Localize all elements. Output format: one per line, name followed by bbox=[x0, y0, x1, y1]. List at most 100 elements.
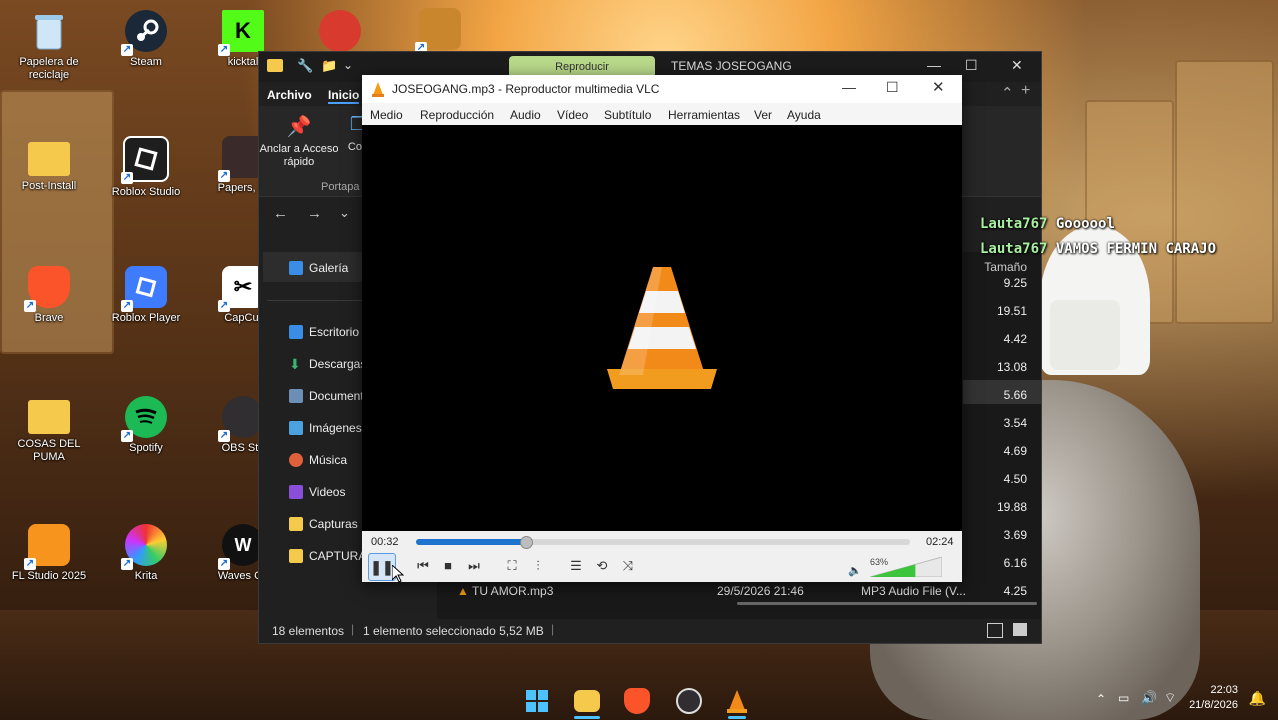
desktop-icon-brave[interactable]: ↗ Brave bbox=[9, 266, 89, 325]
nav-item-videos[interactable]: Videos bbox=[289, 485, 345, 499]
total-time[interactable]: 02:24 bbox=[926, 536, 954, 548]
menu-video[interactable]: Vídeo bbox=[557, 108, 588, 122]
folder-icon bbox=[28, 142, 70, 176]
menu-reproduccion[interactable]: Reproducción bbox=[420, 108, 494, 122]
fullscreen-button[interactable]: ⛶ bbox=[501, 555, 523, 577]
nav-item-descargas[interactable]: ⬇ Descargas bbox=[289, 357, 366, 371]
menu-audio[interactable]: Audio bbox=[510, 108, 541, 122]
size-cell: 19.51 bbox=[996, 304, 1027, 318]
nav-item-galeria[interactable]: Galería bbox=[289, 261, 348, 275]
shuffle-button[interactable]: ⤨ bbox=[617, 555, 639, 577]
nav-item-imagenes[interactable]: Imágenes bbox=[289, 421, 362, 435]
clipboard-group-label: Portapa bbox=[321, 181, 360, 193]
chat-message: Lauta767 VAMOS FERMIN CARAJO bbox=[980, 241, 1217, 257]
desktop-icon-game-red[interactable] bbox=[300, 10, 380, 52]
vlc-window[interactable]: JOSEOGANG.mp3 - Reproductor multimedia V… bbox=[362, 75, 962, 582]
tab-inicio[interactable]: Inicio bbox=[328, 88, 360, 104]
desktop-icon-krita[interactable]: ↗ Krita bbox=[106, 524, 186, 583]
playlist-button[interactable]: ☰ bbox=[565, 555, 587, 577]
size-cell: 4.50 bbox=[1003, 472, 1027, 486]
loop-button[interactable]: ⟲ bbox=[591, 555, 613, 577]
explorer-window-title: TEMAS JOSEOGANG bbox=[671, 59, 792, 73]
chevron-up-icon[interactable]: ⌃ bbox=[1096, 692, 1106, 706]
brave-taskbar-icon[interactable] bbox=[624, 688, 650, 714]
menu-herramientas[interactable]: Herramientas bbox=[668, 108, 740, 122]
desktop-icon-fl-studio[interactable]: ↗ FL Studio 2025 bbox=[9, 524, 89, 583]
vlc-titlebar[interactable]: JOSEOGANG.mp3 - Reproductor multimedia V… bbox=[362, 75, 962, 103]
column-header-size[interactable]: Tamaño bbox=[967, 260, 1027, 274]
horizontal-scrollbar[interactable] bbox=[737, 602, 1037, 605]
stop-button[interactable]: ■ bbox=[437, 555, 459, 577]
equalizer-icon: ⫶ bbox=[536, 558, 540, 573]
tab-archivo[interactable]: Archivo bbox=[267, 88, 312, 102]
menu-medio[interactable]: Medio bbox=[370, 108, 403, 122]
vlc-taskbar-icon[interactable] bbox=[724, 688, 750, 714]
menu-ayuda[interactable]: Ayuda bbox=[787, 108, 821, 122]
brave-icon: ↗ bbox=[24, 266, 70, 312]
download-icon: ⬇ bbox=[289, 356, 301, 372]
loop-icon: ⟲ bbox=[596, 558, 608, 573]
menu-subtitulo[interactable]: Subtítulo bbox=[604, 108, 651, 122]
nav-item-capturas[interactable]: Capturas bbox=[289, 517, 358, 531]
vlc-minimize-button[interactable]: — bbox=[842, 79, 856, 95]
menu-ver[interactable]: Ver bbox=[754, 108, 772, 122]
new-folder-icon[interactable]: 📁 bbox=[321, 58, 337, 74]
desktop-icon-recycle-bin[interactable]: Papelera de reciclaje bbox=[9, 10, 89, 82]
notification-bell-icon[interactable]: 🔔 bbox=[1249, 690, 1266, 707]
size-cell: 9.25 bbox=[1003, 276, 1027, 290]
desktop-icon-spotify[interactable]: ↗ Spotify bbox=[106, 396, 186, 455]
nav-item-escritorio[interactable]: Escritorio bbox=[289, 325, 359, 339]
extended-settings-button[interactable]: ⫶ bbox=[527, 555, 549, 577]
fullscreen-icon: ⛶ bbox=[507, 558, 517, 573]
minimize-button[interactable]: — bbox=[927, 57, 941, 73]
battery-icon[interactable]: ▭ bbox=[1118, 691, 1129, 705]
previous-button[interactable]: ⏮ bbox=[412, 555, 434, 577]
vlc-video-area[interactable] bbox=[362, 125, 962, 531]
nav-item-musica[interactable]: Música bbox=[289, 453, 347, 467]
vlc-maximize-button[interactable]: ☐ bbox=[886, 79, 899, 96]
next-button[interactable]: ⏭ bbox=[463, 555, 485, 577]
recent-chevron-icon[interactable]: ⌄ bbox=[339, 205, 350, 221]
obs-taskbar-icon[interactable] bbox=[676, 688, 702, 714]
chevron-down-icon[interactable]: ⌄ bbox=[343, 58, 353, 72]
spotify-icon: ↗ bbox=[121, 396, 167, 442]
add-icon[interactable]: + bbox=[1021, 82, 1030, 100]
wifi-icon[interactable]: ⌔ bbox=[1164, 690, 1176, 706]
desktop-icon-cosas-del-puma[interactable]: COSAS DEL PUMA bbox=[9, 396, 89, 464]
explorer-status-bar: 18 elementos | 1 elemento seleccionado 5… bbox=[259, 619, 1041, 643]
desktop-icon-monkey[interactable]: ↗ bbox=[400, 8, 480, 54]
image-icon bbox=[289, 421, 303, 435]
forward-arrow-icon[interactable]: → bbox=[307, 205, 322, 222]
system-clock[interactable]: 22:03 21/8/2026 bbox=[1189, 683, 1238, 713]
kick-icon: K ↗ bbox=[218, 10, 264, 56]
desktop-icon-post-install[interactable]: Post-Install bbox=[9, 138, 89, 193]
next-icon: ⏭ bbox=[468, 558, 480, 573]
file-explorer-taskbar-icon[interactable] bbox=[574, 690, 600, 712]
vlc-close-button[interactable]: ✕ bbox=[932, 78, 945, 96]
chevron-up-icon[interactable]: ⌃ bbox=[1001, 84, 1014, 102]
details-view-icon[interactable] bbox=[987, 623, 1003, 638]
seek-handle[interactable] bbox=[519, 536, 533, 549]
size-cell: 4.25 bbox=[1003, 584, 1027, 598]
steam-icon: ↗ bbox=[121, 10, 167, 56]
close-button[interactable]: ✕ bbox=[1011, 57, 1023, 74]
krita-icon: ↗ bbox=[121, 524, 167, 570]
desktop-icon-steam[interactable]: ↗ Steam bbox=[106, 10, 186, 69]
video-icon bbox=[289, 485, 303, 499]
start-button[interactable] bbox=[524, 688, 550, 714]
properties-icon[interactable]: 🔧 bbox=[297, 58, 313, 74]
maximize-button[interactable]: ☐ bbox=[965, 57, 978, 74]
desktop-icon-roblox-studio[interactable]: ↗ Roblox Studio bbox=[106, 136, 186, 199]
vlc-cone-icon bbox=[607, 267, 717, 389]
tiles-view-icon[interactable] bbox=[1013, 623, 1027, 636]
back-arrow-icon[interactable]: ← bbox=[273, 205, 288, 222]
file-row-tu-amor[interactable]: ▲ TU AMOR.mp3 bbox=[457, 584, 553, 598]
volume-icon[interactable]: 🔊 bbox=[1141, 690, 1157, 706]
seek-slider[interactable] bbox=[416, 536, 910, 549]
pin-quick-access-button[interactable]: 📌 Anclar a Acceso rápido bbox=[259, 114, 339, 169]
elapsed-time[interactable]: 00:32 bbox=[371, 536, 399, 548]
desktop-icon-roblox-player[interactable]: ↗ Roblox Player bbox=[106, 266, 186, 325]
speaker-icon[interactable]: 🔈 bbox=[848, 564, 862, 577]
previous-icon: ⏮ bbox=[417, 558, 429, 573]
pause-icon: ❚❚ bbox=[370, 559, 394, 575]
